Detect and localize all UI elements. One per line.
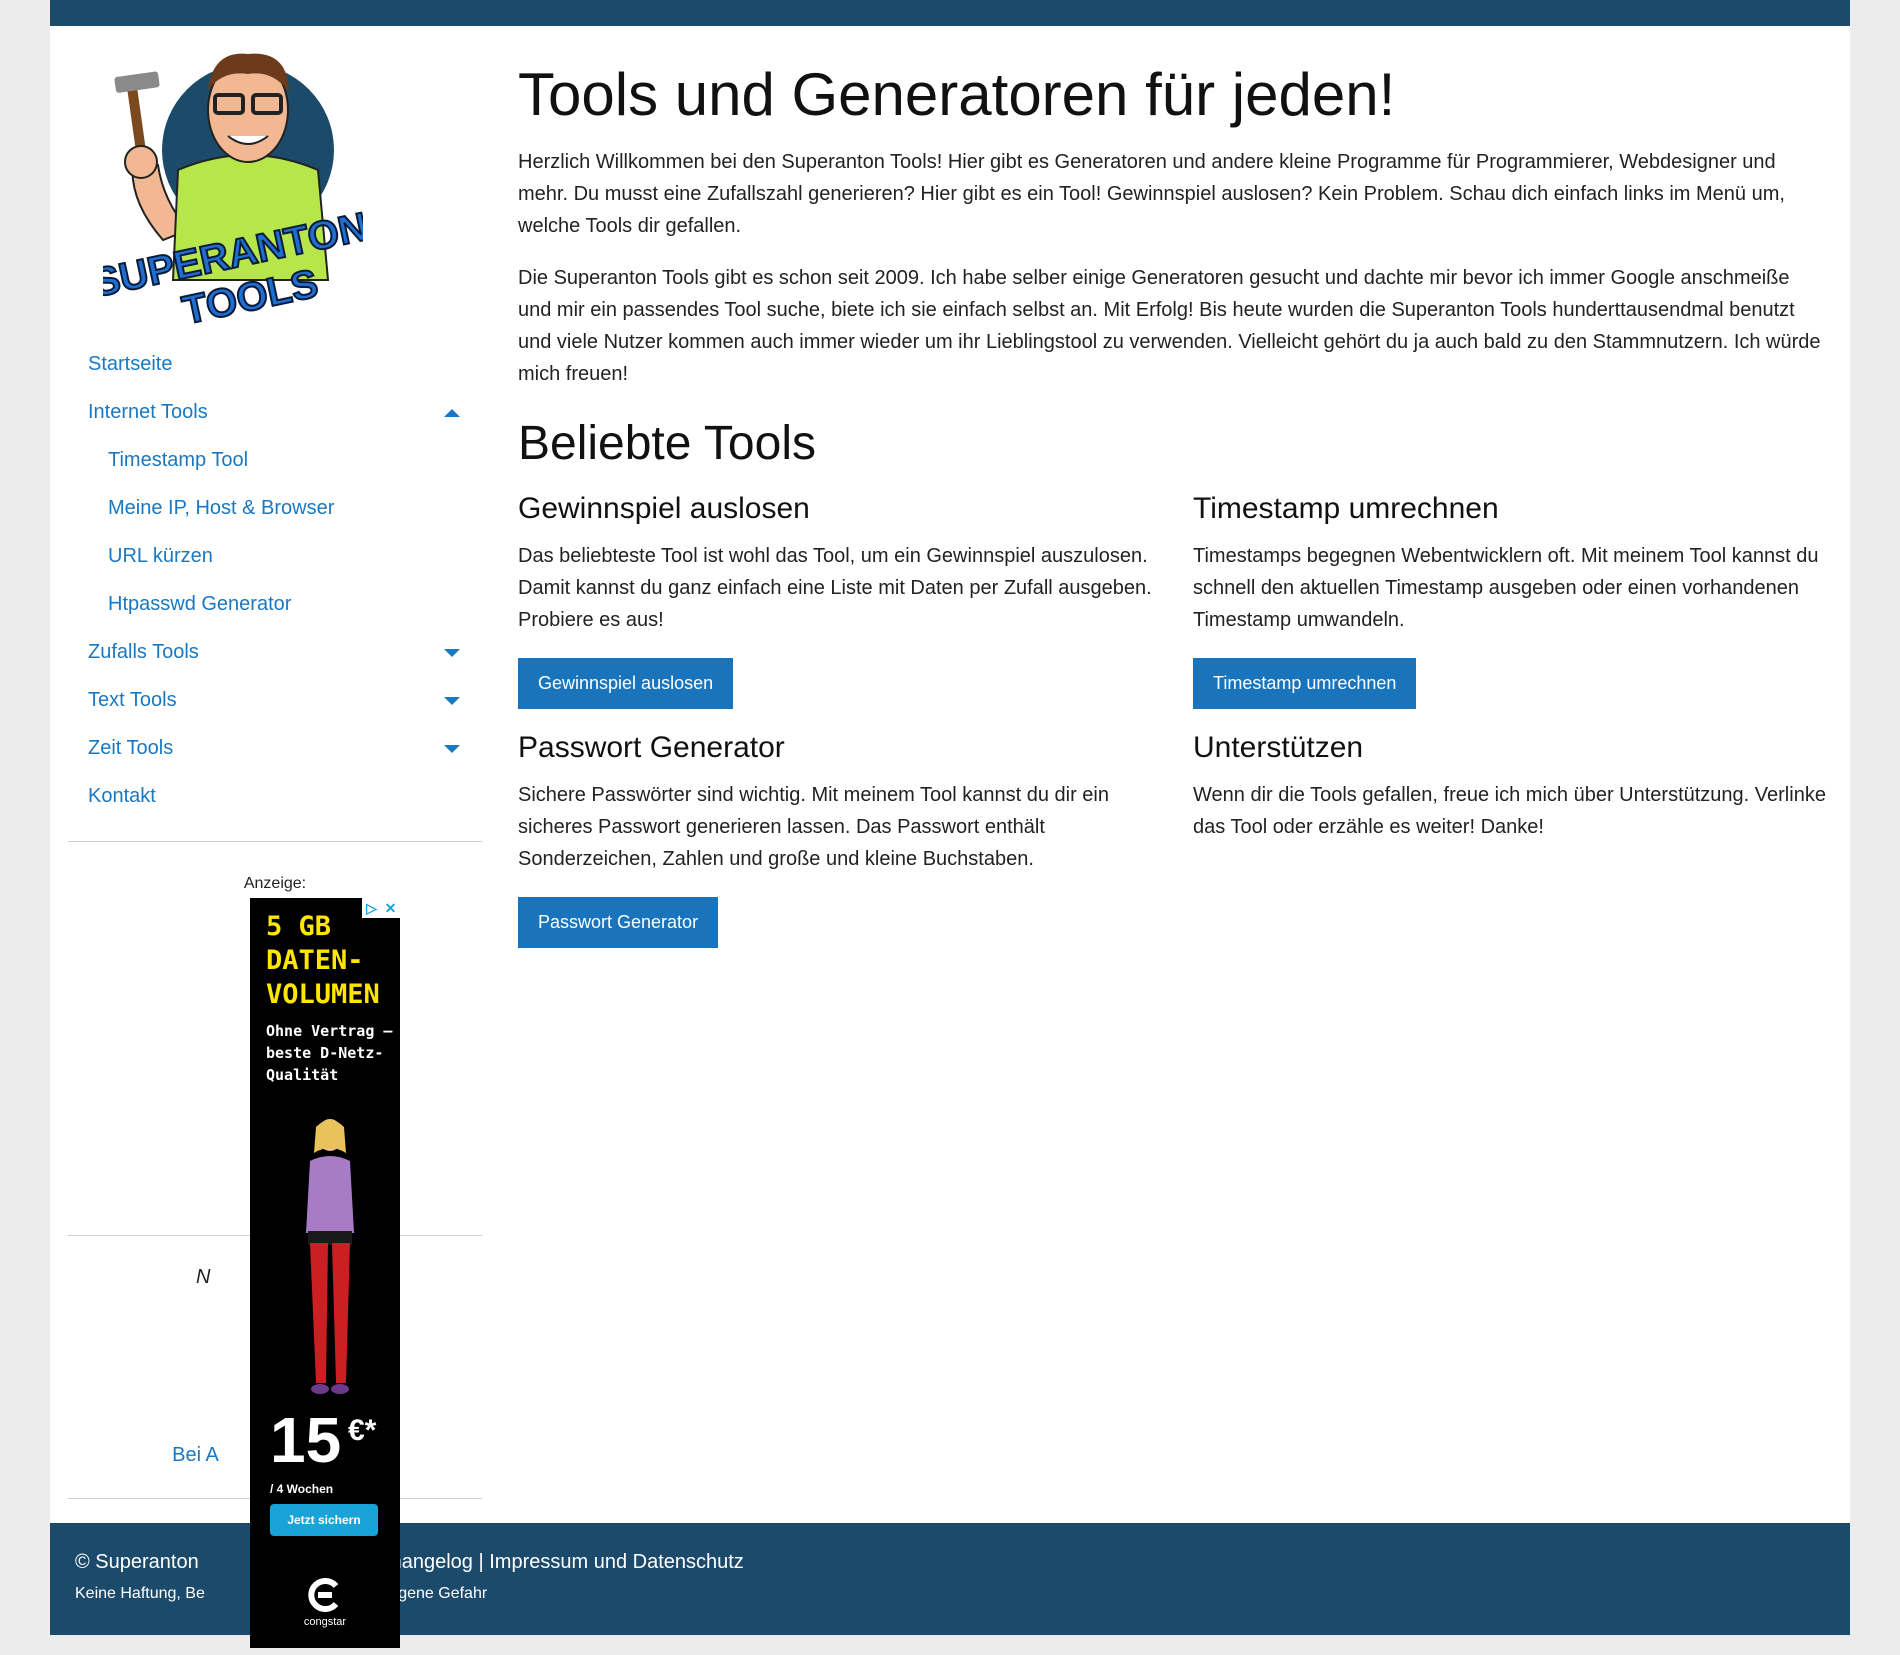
impressum-link[interactable]: Impressum und Datenschutz bbox=[489, 1551, 744, 1573]
nav-label: Text Tools bbox=[88, 689, 177, 711]
nav-label: Zeit Tools bbox=[88, 737, 174, 759]
timestamp-button[interactable]: Timestamp umrechnen bbox=[1193, 658, 1417, 709]
ad-subtext: Ohne Vertrag – beste D-Netz-Qualität bbox=[266, 1022, 393, 1084]
nav-label: Internet Tools bbox=[88, 401, 208, 423]
ad-period: / 4 Wochen bbox=[270, 1482, 334, 1496]
nav-label: Timestamp Tool bbox=[108, 449, 249, 471]
ad-label: Anzeige: bbox=[243, 875, 307, 892]
ad-person-illustration bbox=[306, 1119, 354, 1394]
caret-up-icon[interactable] bbox=[444, 409, 460, 417]
footer-copyright-start: © Superanton bbox=[75, 1551, 199, 1573]
congstar-logo-icon bbox=[308, 1578, 339, 1612]
ad-price: 15 bbox=[270, 1404, 342, 1476]
caret-down-icon[interactable] bbox=[444, 745, 460, 753]
nav-subitem-meine-ip[interactable]: Meine IP, Host & Browser bbox=[68, 484, 482, 532]
gewinnspiel-button[interactable]: Gewinnspiel auslosen bbox=[518, 658, 734, 709]
card-title: Unterstützen bbox=[1193, 731, 1364, 764]
caret-down-icon[interactable] bbox=[444, 697, 460, 705]
card-title: Passwort Generator bbox=[518, 731, 785, 764]
card-text: Sichere Passwörter sind wichtig. Mit mei… bbox=[518, 784, 1109, 870]
nav-subitem-htpasswd[interactable]: Htpasswd Generator bbox=[68, 580, 482, 628]
footer-links: © Superanton0 | Changelog | Impressum un… bbox=[75, 1551, 744, 1574]
nav-item-zeit-tools[interactable]: Zeit Tools bbox=[68, 724, 482, 772]
top-bar bbox=[50, 0, 1850, 26]
nav-item-startseite[interactable]: Startseite bbox=[68, 340, 482, 388]
tool-card-unterstuetzen: Unterstützen Wenn dir die Tools gefallen… bbox=[1193, 727, 1833, 867]
nav-label: Zufalls Tools bbox=[88, 641, 199, 663]
ad-brand-name: congstar bbox=[303, 1616, 347, 1628]
card-title: Gewinnspiel auslosen bbox=[518, 492, 810, 525]
card-text: Das beliebteste Tool ist wohl das Tool, … bbox=[518, 545, 1152, 631]
sidebar-nav: Startseite Internet Tools Timestamp Tool… bbox=[68, 340, 482, 820]
ad-cta-button[interactable]: Jetzt sichern bbox=[270, 1504, 378, 1536]
partial-text-start: N bbox=[196, 1266, 211, 1288]
nav-label: Htpasswd Generator bbox=[108, 593, 292, 615]
nav-item-internet-tools[interactable]: Internet Tools bbox=[68, 388, 482, 436]
ad-headline: 5 GB DATEN-VOLUMEN bbox=[266, 911, 380, 1010]
partial-link-start: Bei A bbox=[172, 1444, 219, 1466]
page-title: Tools und Generatoren für jeden! bbox=[518, 61, 1396, 128]
nav-label: Meine IP, Host & Browser bbox=[108, 497, 335, 519]
nav-subitem-timestamp-tool[interactable]: Timestamp Tool bbox=[68, 436, 482, 484]
card-title: Timestamp umrechnen bbox=[1193, 492, 1499, 525]
nav-label: Startseite bbox=[88, 353, 173, 375]
ad-price-currency: €* bbox=[348, 1414, 377, 1447]
caret-down-icon[interactable] bbox=[444, 649, 460, 657]
section-title: Beliebte Tools bbox=[518, 417, 816, 470]
nav-label: Kontakt bbox=[88, 785, 156, 807]
footer-separator: | bbox=[478, 1551, 484, 1573]
card-text: Timestamps begegnen Webentwicklern oft. … bbox=[1193, 545, 1819, 631]
intro-paragraph-1: Herzlich Willkommen bei den Superanton T… bbox=[518, 151, 1785, 237]
nav-item-text-tools[interactable]: Text Tools bbox=[68, 676, 482, 724]
tool-card-passwort: Passwort Generator Sichere Passwörter si… bbox=[518, 727, 1158, 948]
passwort-button[interactable]: Passwort Generator bbox=[518, 897, 719, 948]
nav-label: URL kürzen bbox=[108, 545, 213, 567]
superanton-logo[interactable]: SUPERANTON TOOLS bbox=[103, 40, 363, 335]
disclaimer-start: Keine Haftung, Be bbox=[75, 1585, 205, 1602]
nav-item-kontakt[interactable]: Kontakt bbox=[68, 772, 482, 820]
tool-card-gewinnspiel: Gewinnspiel auslosen Das beliebteste Too… bbox=[518, 488, 1158, 709]
card-text: Wenn dir die Tools gefallen, freue ich m… bbox=[1193, 784, 1826, 838]
ad-banner[interactable]: ▷ ✕ 5 GB DATEN-VOLUMEN Ohne Vertrag – be… bbox=[250, 898, 400, 1648]
sidebar-divider bbox=[68, 841, 482, 842]
intro-paragraph-2: Die Superanton Tools gibt es schon seit … bbox=[518, 267, 1821, 385]
tool-card-timestamp: Timestamp umrechnen Timestamps begegnen … bbox=[1193, 488, 1833, 709]
nav-subitem-url-kuerzen[interactable]: URL kürzen bbox=[68, 532, 482, 580]
page: SUPERANTON TOOLS Startseite Internet Too… bbox=[50, 0, 1850, 1648]
nav-item-zufalls-tools[interactable]: Zufalls Tools bbox=[68, 628, 482, 676]
